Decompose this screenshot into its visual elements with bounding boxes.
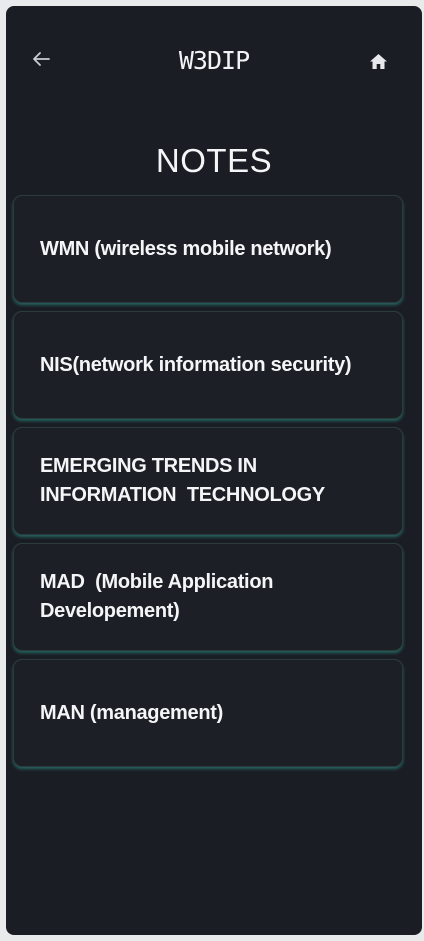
note-card-label: WMN (wireless mobile network) — [40, 237, 332, 260]
top-bar: W3DIP — [6, 6, 422, 116]
note-card-label: MAN (management) — [40, 701, 223, 724]
note-card-label: EMERGING TRENDS IN INFORMATION TECHNOLOG… — [40, 455, 325, 506]
notes-list: WMN (wireless mobile network) NIS(networ… — [13, 195, 403, 775]
note-card-wmn[interactable]: WMN (wireless mobile network) — [13, 195, 403, 303]
note-card-mad[interactable]: MAD (Mobile Application Developement) — [13, 543, 403, 651]
note-card-label: MAD (Mobile Application Developement) — [40, 571, 279, 622]
note-card-emerging-trends[interactable]: EMERGING TRENDS IN INFORMATION TECHNOLOG… — [13, 427, 403, 535]
note-card-nis[interactable]: NIS(network information security) — [13, 311, 403, 419]
page-title: NOTES — [155, 142, 273, 179]
home-button[interactable] — [368, 51, 388, 71]
home-icon — [369, 53, 387, 69]
note-card-label: NIS(network information security) — [40, 353, 352, 376]
app-screen: W3DIP NOTES WMN (wireless mobile network… — [6, 6, 422, 935]
app-title: W3DIP — [178, 46, 250, 75]
note-card-man[interactable]: MAN (management) — [13, 659, 403, 767]
